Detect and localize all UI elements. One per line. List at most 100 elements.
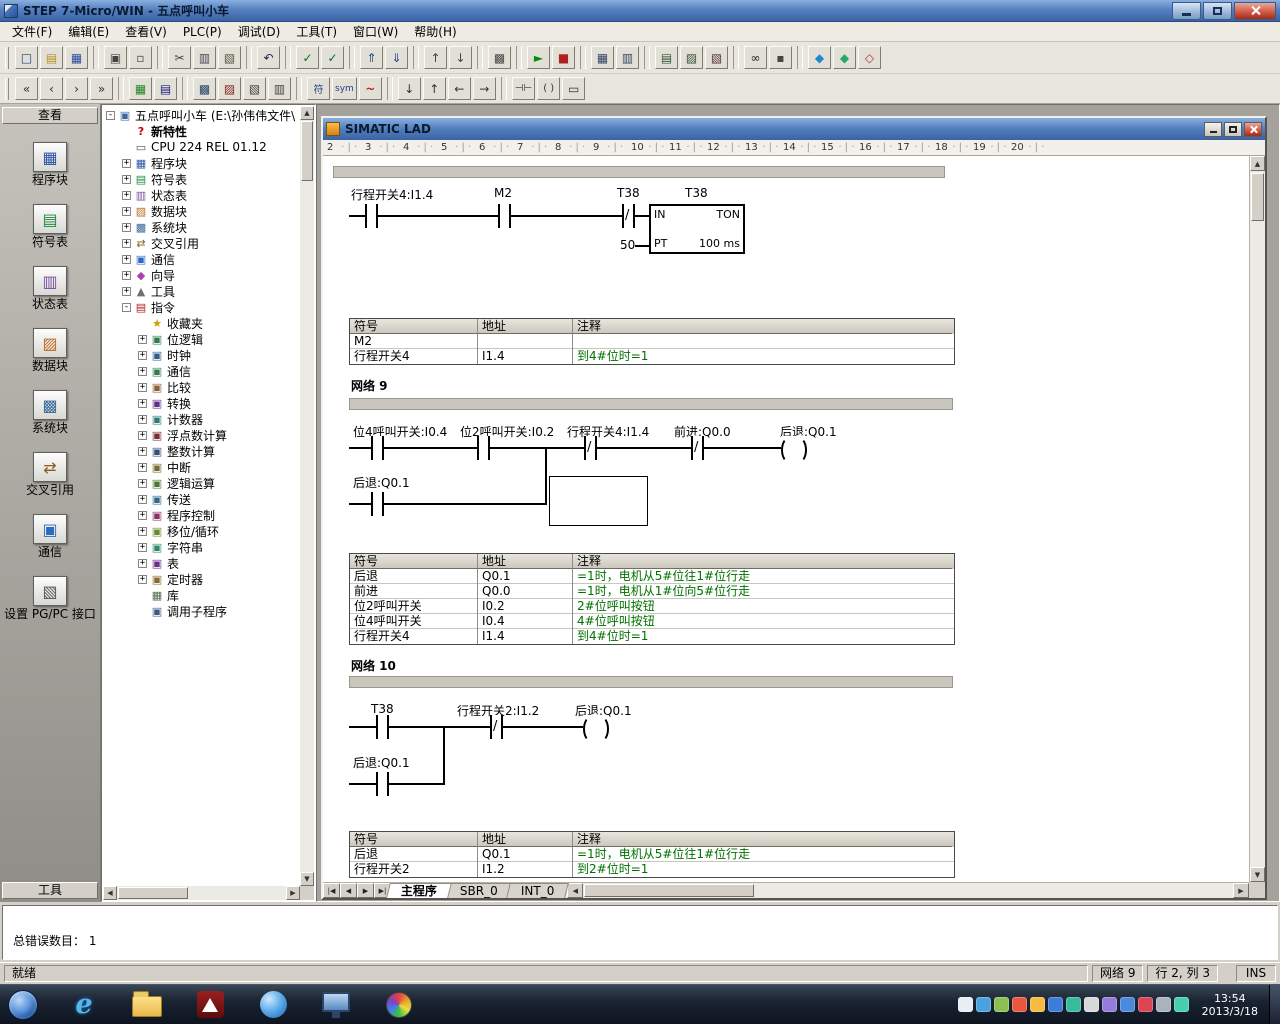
tree-expander-icon[interactable]: + (122, 159, 131, 168)
tree-expander-icon[interactable]: + (138, 463, 147, 472)
tray-icon[interactable] (1012, 997, 1027, 1012)
tray-icon[interactable] (1174, 997, 1189, 1012)
single-read-button[interactable]: ▨ (680, 46, 703, 69)
sidebar-item-cross-reference[interactable]: ⇄ 交叉引用 (0, 452, 100, 514)
sidebar-item-communications[interactable]: ▣ 通信 (0, 514, 100, 576)
download-button[interactable]: ⇓ (385, 46, 408, 69)
contact-operand[interactable]: 后退:Q0.1 (353, 754, 410, 771)
contact-operand[interactable]: 行程开关4:I1.4 (351, 186, 433, 203)
sidebar-item-data-block[interactable]: ▨ 数据块 (0, 328, 100, 390)
tab-scroll-button[interactable]: ▶ (357, 883, 374, 898)
taskbar-clock[interactable]: 13:54 2013/3/18 (1202, 992, 1258, 1018)
toolbar-separator[interactable] (644, 46, 650, 69)
toolbar-separator[interactable] (413, 46, 419, 69)
sidebar-item-set-pg-pc-interface[interactable]: ▧ 设置 PG/PC 接口 (0, 576, 100, 638)
empty-box-placeholder[interactable] (549, 476, 648, 526)
sort-descending-button[interactable]: ↓ (449, 46, 472, 69)
menu-item[interactable]: 文件(F) (4, 22, 60, 41)
lad-restore-button[interactable] (1224, 122, 1242, 137)
taskbar-item-step7[interactable] (309, 985, 363, 1024)
tree-item-project[interactable]: - ▣ 五点呼叫小车 (E:\孙伟伟文件\ (103, 107, 300, 123)
print-preview-button[interactable]: ▫ (129, 46, 152, 69)
tree-item-wizards[interactable]: + ◆ 向导 (103, 267, 300, 283)
scroll-left-icon[interactable]: ◀ (567, 883, 583, 898)
tree-expander-icon[interactable]: + (138, 527, 147, 536)
tree-expander-icon[interactable]: + (138, 543, 147, 552)
scroll-right-icon[interactable]: ▶ (286, 886, 300, 900)
tree-item-cpu[interactable]: ▭ CPU 224 REL 01.12 (103, 139, 300, 155)
tree-expander-icon[interactable]: + (122, 239, 131, 248)
toolbar-grip[interactable] (5, 47, 9, 69)
tree-item-move[interactable]: + ▣ 传送 (103, 491, 300, 507)
menu-item[interactable]: 编辑(E) (60, 22, 117, 41)
contact-operand[interactable]: T38 (371, 702, 394, 716)
tree-expander-icon[interactable]: + (138, 447, 147, 456)
tray-icon[interactable] (1066, 997, 1081, 1012)
minimize-button[interactable] (1172, 2, 1201, 20)
taskbar-item-browser-app[interactable] (246, 985, 300, 1024)
tray-icon[interactable] (958, 997, 973, 1012)
titlebar[interactable]: STEP 7-Micro/WIN - 五点呼叫小车 (0, 0, 1280, 22)
tree-expander-icon[interactable]: + (122, 271, 131, 280)
close-button[interactable] (1234, 2, 1276, 20)
lad-close-button[interactable] (1244, 122, 1262, 137)
open-button[interactable]: ▤ (40, 46, 63, 69)
insert-network-button[interactable]: ▩ (193, 77, 216, 100)
tree-expander-icon[interactable]: + (122, 223, 131, 232)
tab-sbr-0[interactable]: SBR_0 (445, 883, 513, 898)
tree-item-communications[interactable]: + ▣ 通信 (103, 251, 300, 267)
tree-item-instructions[interactable]: - ▤ 指令 (103, 299, 300, 315)
tree-item-cross-reference[interactable]: + ⇄ 交叉引用 (103, 235, 300, 251)
nc-contact[interactable]: / (622, 204, 635, 228)
tree-expander-icon[interactable]: + (138, 399, 147, 408)
contact-operand[interactable]: T38 (617, 186, 640, 200)
tree-expander-icon[interactable]: + (138, 511, 147, 520)
output-coil[interactable] (583, 715, 609, 739)
contact-operand[interactable]: 行程开关4:I1.4 (567, 423, 649, 440)
tree-item-convert[interactable]: + ▣ 转换 (103, 395, 300, 411)
sidebar-item-program-block[interactable]: ▦ 程序块 (0, 142, 100, 204)
toolbar-separator[interactable] (182, 77, 188, 100)
toolbar-separator[interactable] (387, 77, 393, 100)
tree-item-whats-new[interactable]: ? 新特性 (103, 123, 300, 139)
tree-expander-icon[interactable]: + (138, 575, 147, 584)
new-button[interactable]: □ (15, 46, 38, 69)
tree-expander-icon[interactable]: + (138, 431, 147, 440)
contact-operand[interactable]: M2 (494, 186, 512, 200)
tab-scroll-button[interactable]: ◀ (340, 883, 357, 898)
menu-item[interactable]: PLC(P) (175, 24, 230, 40)
toolbar-separator[interactable] (118, 77, 124, 100)
options-button[interactable]: ▩ (488, 46, 511, 69)
next-network-button[interactable]: › (65, 77, 88, 100)
tray-icon[interactable] (1120, 997, 1135, 1012)
no-contact[interactable] (477, 436, 490, 460)
line-right-button[interactable]: → (473, 77, 496, 100)
scroll-right-icon[interactable]: ▶ (1233, 883, 1249, 898)
symbol-table-row[interactable]: 位2呼叫开关I0.22#位呼叫按钮 (350, 599, 954, 614)
tools-bar-header[interactable]: 工具 (2, 882, 98, 899)
tree-item-integer-math[interactable]: + ▣ 整数计算 (103, 443, 300, 459)
chart-status-button[interactable]: ▤ (655, 46, 678, 69)
lad-minimize-button[interactable] (1204, 122, 1222, 137)
menu-item[interactable]: 工具(T) (288, 22, 345, 41)
contact-operand[interactable]: 后退:Q0.1 (353, 474, 410, 491)
toolbar-grip[interactable] (5, 78, 9, 100)
status-chart-toggle-button[interactable]: ▤ (154, 77, 177, 100)
show-desktop-button[interactable] (1269, 985, 1280, 1024)
timer-preset-value[interactable]: 50 (620, 238, 635, 252)
tree-item-data-block[interactable]: + ▨ 数据块 (103, 203, 300, 219)
tab-int-0[interactable]: INT_0 (506, 883, 569, 898)
tray-icon[interactable] (1030, 997, 1045, 1012)
tree-item-favorites[interactable]: ★ 收藏夹 (103, 315, 300, 331)
toolbar-separator[interactable] (296, 77, 302, 100)
toolbar-separator[interactable] (501, 77, 507, 100)
delete-network-button[interactable]: ▨ (218, 77, 241, 100)
tree-item-compare[interactable]: + ▣ 比较 (103, 379, 300, 395)
tray-icon[interactable] (1084, 997, 1099, 1012)
tree-item-libraries[interactable]: ▦ 库 (103, 587, 300, 603)
network-comment-band[interactable] (333, 166, 945, 178)
menu-item[interactable]: 窗口(W) (345, 22, 406, 41)
tree-item-system-block[interactable]: + ▩ 系统块 (103, 219, 300, 235)
tree-vertical-scrollbar[interactable]: ▲ ▼ (300, 106, 314, 886)
tree-expander-icon[interactable]: + (122, 207, 131, 216)
